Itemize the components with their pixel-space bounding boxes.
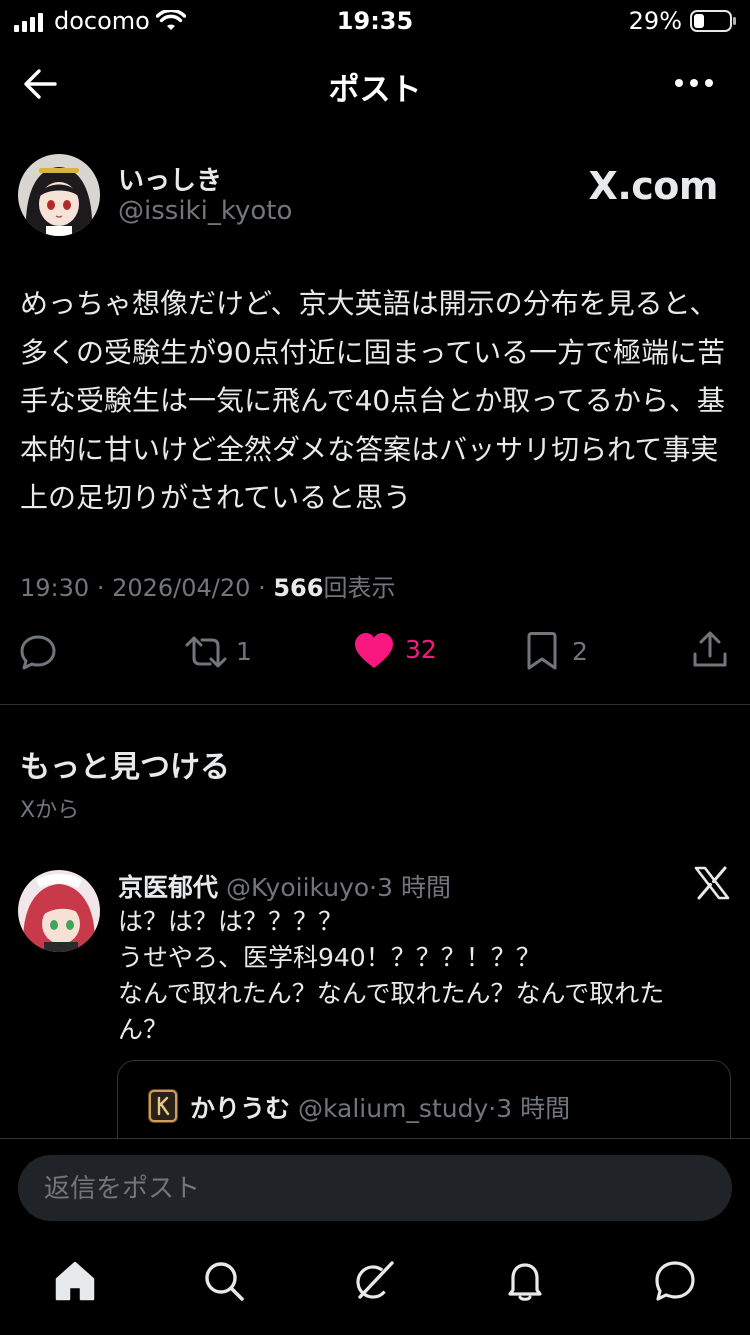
author-avatar[interactable] [18,154,100,236]
top-navigation-bar: ポスト [0,50,750,120]
recommended-post-time: 3 時間 [377,873,451,902]
recommended-post-header: 京医郁代 @Kyoiikuyo·3 時間 [118,868,451,904]
messages-icon[interactable] [653,1259,697,1303]
quoted-author-handle: @kalium_study [297,1094,489,1123]
grok-icon[interactable] [352,1259,396,1303]
bottom-bar [0,1138,750,1335]
bookmark-count: 2 [572,637,588,666]
post-meta: 19:30 · 2026/04/20 · 566回表示 [20,568,395,603]
retweet-count: 1 [236,637,252,666]
battery-icon [690,10,736,32]
discover-subtitle: Xから [20,798,80,823]
bookmark-icon [527,632,557,670]
recommended-author-name[interactable]: 京医郁代 [118,873,218,902]
search-icon[interactable] [202,1259,246,1303]
meta-separator: · [258,574,266,602]
reply-input[interactable] [42,1155,706,1223]
author-name[interactable]: いっしき [118,160,222,197]
share-icon [693,631,727,667]
meta-separator: · [369,873,378,902]
quoted-post-time: 3 時間 [496,1094,571,1123]
post-text: めっちゃ想像だけど、京大英語は開示の分布を見ると、多くの受験生が90点付近に固ま… [20,287,726,514]
x-logo-icon[interactable] [694,866,730,900]
section-divider [0,704,750,705]
page-title: ポスト [328,72,422,108]
recommended-author-handle[interactable]: @Kyoiikuyo [226,873,369,902]
source-label: X.com [588,164,719,208]
recommended-avatar[interactable] [18,870,100,952]
retweet-icon [185,636,227,668]
recommended-post-text: は？は？は？？？？ うせやろ、医学科940！？？？！？？ なんで取れたん？なんで… [118,907,665,1044]
reply-icon [20,635,56,670]
discover-title: もっと見つける [20,750,230,785]
like-count: 32 [405,635,437,664]
view-count: 566 [273,574,324,602]
quoted-avatar [148,1089,178,1123]
share-button[interactable] [690,630,730,670]
notifications-icon[interactable] [503,1259,547,1303]
reply-button[interactable] [18,632,58,672]
quoted-author-name: かりうむ [190,1094,291,1123]
post-time: 19:30 [20,574,90,602]
author-handle[interactable]: @issiki_kyoto [118,196,292,226]
view-label: 回表示 [323,574,396,602]
reply-composer[interactable] [18,1155,732,1223]
ellipsis-icon[interactable] [674,78,714,88]
battery-percentage: 29% [628,7,682,35]
post-date: 2026/04/20 [112,574,251,602]
heart-icon [355,633,393,668]
status-bar: docomo 19:35 29% [0,0,750,44]
quoted-post-header: かりうむ @kalium_study·3 時間 [190,1089,570,1125]
home-icon[interactable] [53,1259,97,1303]
meta-separator: · [96,574,105,602]
